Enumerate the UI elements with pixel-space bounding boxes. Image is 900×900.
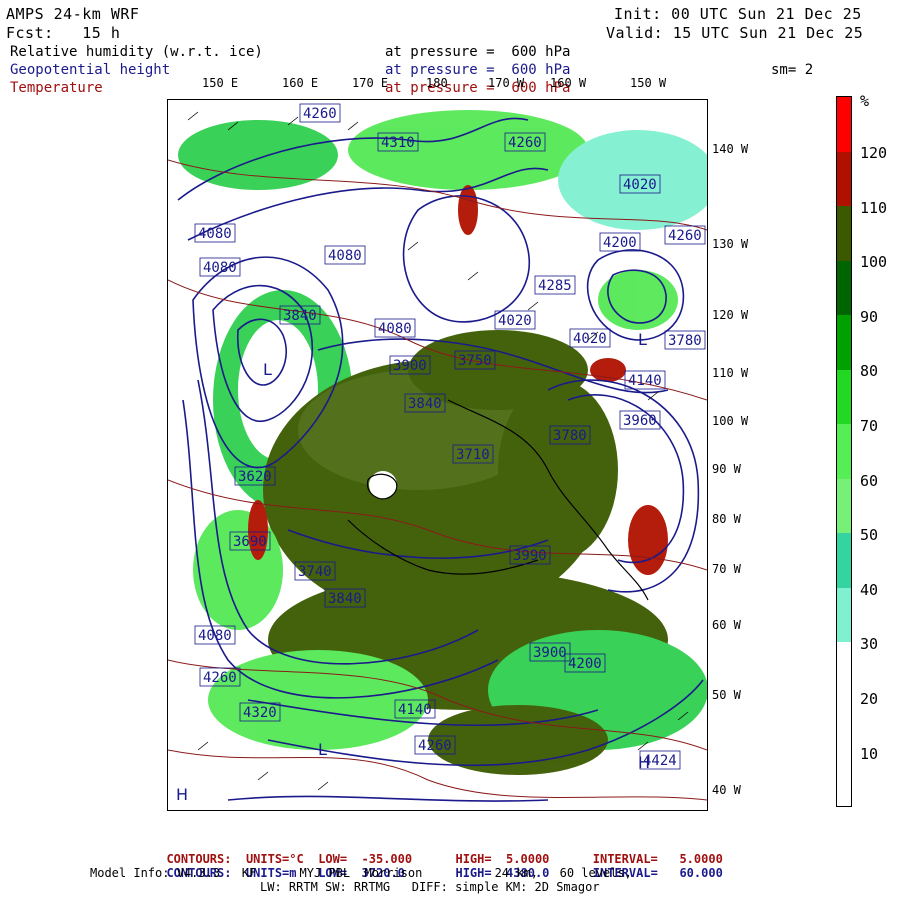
height-label: 4080	[203, 260, 237, 276]
height-label: 3840	[408, 396, 442, 412]
height-label: 3840	[283, 308, 317, 324]
longitude-label: 180	[426, 76, 448, 90]
field-temp-level: at pressure = 600 hPa	[385, 80, 571, 96]
height-label: 3710	[456, 447, 490, 463]
height-label: 4260	[668, 228, 702, 244]
field-rh-level: at pressure = 600 hPa	[385, 44, 571, 60]
latitude-label: 90 W	[712, 462, 741, 476]
colorbar-label: 90	[860, 307, 879, 326]
height-label: 3840	[328, 591, 362, 607]
longitude-label: 150 E	[202, 76, 239, 90]
height-label: 3960	[623, 413, 657, 429]
latitude-label: 110 W	[712, 366, 749, 380]
height-label: 4020	[573, 331, 607, 347]
colorbar-segment	[837, 696, 851, 751]
high-pressure-center: H	[176, 785, 188, 804]
model-info-line-2: LW: RRTM SW: RRTMG DIFF: simple KM: 2D S…	[260, 880, 600, 894]
colorbar-label: 70	[860, 417, 879, 435]
latitude-label: 140 W	[712, 142, 749, 156]
height-label: 4020	[498, 313, 532, 329]
height-label: 3750	[458, 353, 492, 369]
height-label: 3900	[533, 645, 567, 661]
latitude-label: 70 W	[712, 562, 741, 576]
model-title: AMPS 24-km WRF	[6, 5, 140, 23]
height-label: 4140	[398, 702, 432, 718]
colorbar-label: 10	[860, 744, 879, 763]
height-label: 4285	[538, 278, 572, 294]
height-label: 4260	[303, 106, 337, 122]
colorbar-label: 80	[860, 362, 879, 381]
height-label: 4080	[198, 628, 232, 644]
colorbar-segment	[837, 260, 851, 315]
longitude-label: 160 E	[282, 76, 319, 90]
colorbar-segment	[837, 206, 851, 261]
colorbar	[836, 96, 852, 807]
latitude-label: 80 W	[712, 512, 741, 526]
colorbar-segment	[837, 751, 851, 806]
high-pressure-center: H	[638, 753, 650, 772]
longitude-label: 150 W	[630, 76, 667, 90]
latitude-label: 40 W	[712, 783, 741, 797]
model-info-line-1: Model Info: V4.3.3 KF MYJ PBL Morrison 2…	[90, 866, 632, 880]
colorbar-segment	[837, 533, 851, 588]
height-label: 4080	[378, 321, 412, 337]
height-label: 4200	[568, 656, 602, 672]
forecast-hour: Fcst: 15 h	[6, 24, 121, 42]
height-label: 3620	[238, 469, 272, 485]
colorbar-label: 50	[860, 526, 879, 545]
map-panel: 4260 4310 4260 4080 4080 4200 4260 4080 4020 3840…	[167, 99, 708, 811]
latitude-label: 120 W	[712, 308, 749, 322]
colorbar-unit: %	[860, 92, 870, 110]
height-label: 3690	[233, 534, 267, 550]
low-pressure-center: L	[263, 360, 272, 379]
colorbar-label: 40	[860, 580, 879, 599]
colorbar-segment	[837, 369, 851, 424]
field-temp-name: Temperature	[10, 80, 103, 96]
map-canvas: 4260 4310 4260 4080 4080 4200 4260 4080 4020 3840…	[168, 100, 707, 810]
latitude-label: 50 W	[712, 688, 741, 702]
height-label: 3900	[393, 358, 427, 374]
height-label: 4260	[508, 135, 542, 151]
height-label: 4080	[198, 226, 232, 242]
valid-time: Valid: 15 UTC Sun 21 Dec 25	[606, 24, 864, 42]
latitude-label: 130 W	[712, 237, 749, 251]
colorbar-label: 120	[860, 144, 888, 162]
longitude-label: 160 W	[550, 76, 587, 90]
longitude-label: 170 E	[352, 76, 389, 90]
height-label: 4320	[243, 705, 277, 721]
colorbar-segment	[837, 151, 851, 206]
low-pressure-center: L	[318, 740, 327, 759]
longitude-label: 170 W	[488, 76, 525, 90]
smoothing-label: sm= 2	[771, 62, 814, 78]
field-height-level: at pressure = 600 hPa	[385, 62, 571, 78]
height-label: 4020	[623, 177, 657, 193]
height-label: 4140	[628, 373, 662, 389]
field-rh-name: Relative humidity (w.r.t. ice)	[10, 44, 263, 60]
height-label: 3780	[668, 333, 702, 349]
height-label: 4080	[328, 248, 362, 264]
height-label: 4260	[203, 670, 237, 686]
colorbar-segment	[837, 642, 851, 697]
height-label: 3990	[513, 548, 547, 564]
colorbar-segment	[837, 424, 851, 479]
colorbar-label: 100	[860, 253, 888, 272]
height-label: 3780	[553, 428, 587, 444]
colorbar-label: 30	[860, 635, 879, 654]
height-label: 4260	[418, 738, 452, 754]
colorbar-label: 110	[860, 198, 888, 217]
init-time: Init: 00 UTC Sun 21 Dec 25	[614, 5, 862, 23]
colorbar-segment	[837, 315, 851, 370]
low-pressure-center: L	[638, 330, 647, 349]
colorbar-label: 60	[860, 471, 879, 490]
colorbar-segment	[837, 587, 851, 642]
field-height-name: Geopotential height	[10, 62, 171, 78]
colorbar-segment	[837, 478, 851, 533]
colorbar-segment	[837, 97, 851, 152]
latitude-label: 100 W	[712, 414, 749, 428]
latitude-label: 60 W	[712, 618, 741, 632]
colorbar-label: 20	[860, 690, 879, 708]
height-label: 4310	[381, 135, 415, 151]
height-label: 4200	[603, 235, 637, 251]
height-label: 3740	[298, 564, 332, 580]
